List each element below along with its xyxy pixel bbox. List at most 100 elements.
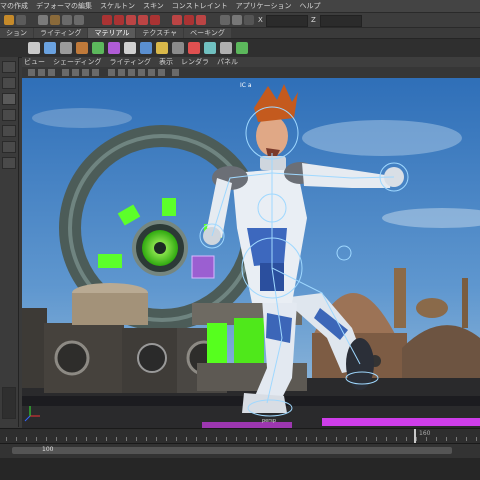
panel-menu-item[interactable]: レンダラ <box>181 57 209 67</box>
render-settings-icon[interactable] <box>126 15 136 25</box>
menu-item[interactable]: スケルトン <box>100 1 135 11</box>
command-line[interactable] <box>0 458 480 480</box>
lasso-tool-icon[interactable] <box>2 77 16 89</box>
resolution-gate-icon[interactable] <box>92 69 99 76</box>
time-tick <box>126 437 127 441</box>
move-tool-icon[interactable] <box>2 93 16 105</box>
shelf-tool-icon[interactable] <box>28 42 40 54</box>
panel-menu-item[interactable]: シェーディング <box>53 57 102 67</box>
time-tick <box>396 437 397 441</box>
select-tool-icon[interactable] <box>2 61 16 73</box>
shelf-tool-icon[interactable] <box>124 42 136 54</box>
shelf-tool-icon[interactable] <box>204 42 216 54</box>
shelf-tab[interactable]: ベーキング <box>184 28 231 38</box>
time-tick <box>196 437 197 441</box>
menu-item[interactable]: アプリケーション <box>236 1 292 11</box>
camera-attributes-icon[interactable] <box>38 69 45 76</box>
shelf-tool-icon[interactable] <box>92 42 104 54</box>
select-camera-icon[interactable] <box>28 69 35 76</box>
menu-item[interactable]: スキン <box>143 1 164 11</box>
snap-point-icon[interactable] <box>62 15 72 25</box>
scale-tool-icon[interactable] <box>2 125 16 137</box>
snap-grid-icon[interactable] <box>38 15 48 25</box>
shelf-tool-icon[interactable] <box>76 42 88 54</box>
shelf-tool-icon[interactable] <box>220 42 232 54</box>
smooth-shade-icon[interactable] <box>118 69 125 76</box>
time-tick <box>176 437 177 441</box>
time-tick <box>66 437 67 441</box>
image-plane-icon[interactable] <box>62 69 69 76</box>
shelf-tool-icon[interactable] <box>172 42 184 54</box>
range-slider-bar[interactable] <box>12 447 452 454</box>
select-by-hierarchy-icon[interactable] <box>4 15 14 25</box>
snap-plane-icon[interactable] <box>74 15 84 25</box>
select-by-object-icon[interactable] <box>16 15 26 25</box>
field-z-input[interactable] <box>320 15 362 27</box>
render-view-icon[interactable] <box>150 15 160 25</box>
rotate-tool-icon[interactable] <box>2 109 16 121</box>
shelf-tool-icon[interactable] <box>188 42 200 54</box>
show-tool-settings-icon[interactable] <box>196 15 206 25</box>
scene-render <box>22 78 480 428</box>
time-tick <box>466 437 467 441</box>
relative-transform-icon[interactable] <box>244 15 254 25</box>
shelf-tab[interactable]: マテリアル <box>88 28 136 38</box>
shelf-tool-icon[interactable] <box>44 42 56 54</box>
x-ray-icon[interactable] <box>158 69 165 76</box>
shelf-tool-icon[interactable] <box>236 42 248 54</box>
menu-item[interactable]: ヘルプ <box>300 1 321 11</box>
shelf-tool-icon[interactable] <box>140 42 152 54</box>
menu-item[interactable]: コンストレイント <box>172 1 228 11</box>
viewport-hud-label: IC a <box>240 82 252 89</box>
panel-menu-item[interactable]: ビュー <box>24 57 45 67</box>
shelf-tab[interactable]: テクスチャ <box>136 28 184 38</box>
time-tick <box>166 437 167 441</box>
bookmarks-icon[interactable] <box>48 69 55 76</box>
time-tick <box>446 437 447 441</box>
shelf-tool-icon[interactable] <box>156 42 168 54</box>
shelf-tool-icon[interactable] <box>108 42 120 54</box>
wireframe-icon[interactable] <box>108 69 115 76</box>
time-tick <box>316 437 317 441</box>
time-slider[interactable]: 160 <box>0 428 480 443</box>
perspective-viewport[interactable]: IC a persp <box>22 78 480 428</box>
shelf-tab[interactable]: ライティング <box>34 28 88 38</box>
menu-item[interactable]: デフォーマの編集 <box>36 1 92 11</box>
grid-icon[interactable] <box>72 69 79 76</box>
layout-single-icon[interactable] <box>2 141 16 153</box>
show-attribute-editor-icon[interactable] <box>172 15 182 25</box>
panel-menu-item[interactable]: ライティング <box>110 57 151 67</box>
drum <box>72 293 148 325</box>
shadows-icon[interactable] <box>148 69 155 76</box>
time-tick <box>306 437 307 441</box>
time-tick <box>236 437 237 441</box>
ipr-render-icon[interactable] <box>114 15 124 25</box>
status-line-toolbar: X Z <box>0 13 480 28</box>
range-slider[interactable]: 100 <box>0 443 480 458</box>
panel-menu-item[interactable]: パネル <box>217 57 238 67</box>
render-current-frame-icon[interactable] <box>102 15 112 25</box>
current-frame-marker[interactable] <box>414 429 416 443</box>
cloud <box>302 120 462 156</box>
isolate-select-icon[interactable] <box>172 69 179 76</box>
time-tick <box>256 437 257 441</box>
shelf-tool-icon[interactable] <box>60 42 72 54</box>
time-tick <box>406 437 407 441</box>
time-tick <box>416 437 417 441</box>
time-tick <box>16 437 17 441</box>
panel-scrollbar[interactable] <box>2 387 16 419</box>
show-channel-box-icon[interactable] <box>184 15 194 25</box>
shelf-tab[interactable]: ション <box>0 28 33 38</box>
field-z-label: Z <box>311 16 316 24</box>
input-field-mode-icon[interactable] <box>232 15 242 25</box>
field-x-input[interactable] <box>266 15 308 27</box>
hypershade-icon[interactable] <box>138 15 148 25</box>
layout-four-icon[interactable] <box>2 157 16 169</box>
film-gate-icon[interactable] <box>82 69 89 76</box>
toggle-panel-icon[interactable] <box>220 15 230 25</box>
panel-menu-item[interactable]: 表示 <box>159 57 173 67</box>
textured-icon[interactable] <box>128 69 135 76</box>
snap-curve-icon[interactable] <box>50 15 60 25</box>
menu-item[interactable]: マの作成 <box>0 1 28 11</box>
lights-icon[interactable] <box>138 69 145 76</box>
